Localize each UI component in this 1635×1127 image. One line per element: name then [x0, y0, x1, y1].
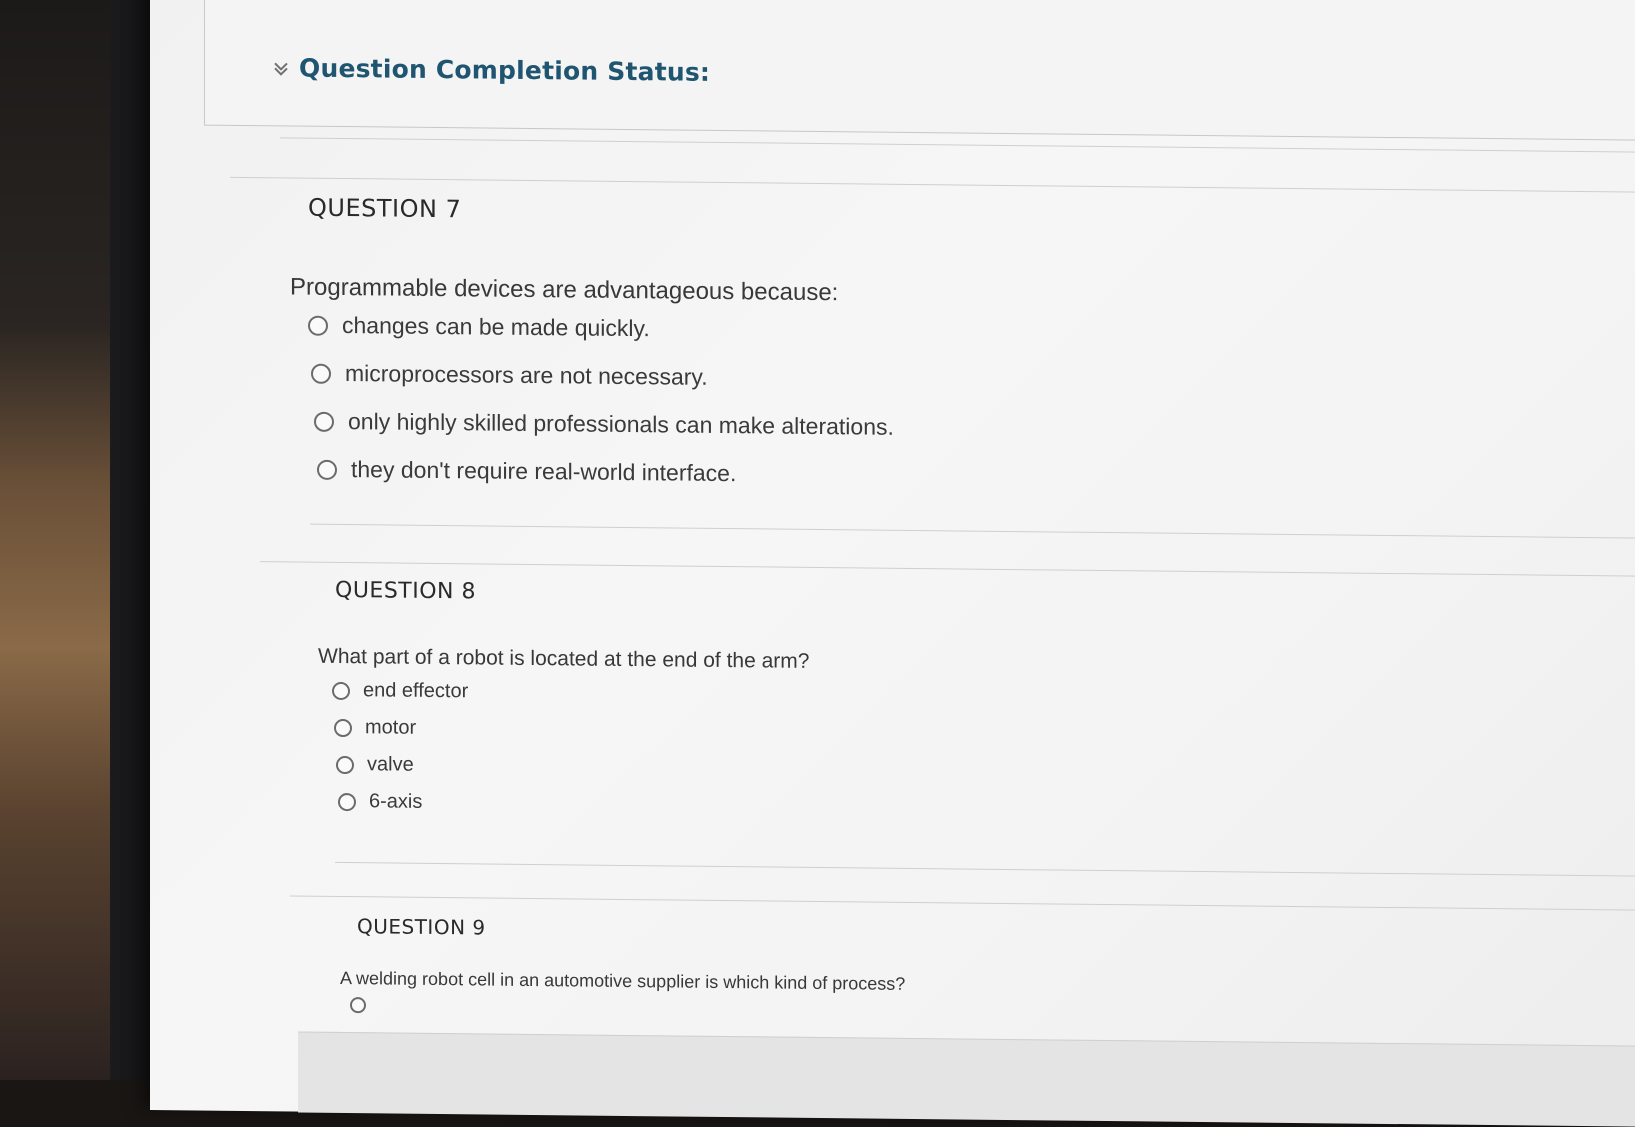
- option-label: end effector: [363, 679, 469, 703]
- answer-option[interactable]: end effector: [332, 679, 809, 707]
- radio-button[interactable]: [336, 755, 354, 774]
- answer-options: end effector motor valve 6-axis: [332, 679, 809, 818]
- option-label: only highly skilled professionals can ma…: [348, 408, 894, 440]
- browser-content: Question Completion Status: QUESTION 7 P…: [150, 0, 1635, 1127]
- answer-options: changes can be made quickly. microproces…: [308, 312, 894, 489]
- radio-button[interactable]: [334, 718, 352, 737]
- completion-status-title: Question Completion Status:: [299, 53, 711, 87]
- completion-status-toggle[interactable]: Question Completion Status:: [273, 53, 710, 87]
- radio-button[interactable]: [317, 459, 337, 480]
- answer-option[interactable]: motor: [334, 716, 809, 744]
- question-heading: QUESTION 8: [335, 577, 476, 605]
- next-question-container: [298, 1031, 1635, 1127]
- question-8: QUESTION 8 What part of a robot is locat…: [318, 577, 809, 818]
- question-7: QUESTION 7 Programmable devices are adva…: [290, 193, 894, 489]
- option-label: motor: [365, 716, 417, 739]
- radio-button[interactable]: [338, 792, 356, 811]
- radio-button[interactable]: [314, 411, 334, 432]
- question-text: What part of a robot is located at the e…: [318, 644, 810, 673]
- option-label: microprocessors are not necessary.: [345, 360, 708, 390]
- radio-button[interactable]: [311, 363, 331, 384]
- question-heading: QUESTION 9: [357, 914, 486, 940]
- divider: [280, 137, 1635, 154]
- answer-option[interactable]: only highly skilled professionals can ma…: [314, 408, 894, 441]
- question-heading: QUESTION 7: [308, 193, 462, 224]
- divider: [335, 861, 1635, 878]
- radio-button[interactable]: [308, 315, 328, 336]
- divider: [290, 895, 1635, 912]
- completion-status-panel: Question Completion Status:: [204, 0, 1635, 142]
- option-label: valve: [367, 753, 414, 776]
- question-text: A welding robot cell in an automotive su…: [340, 967, 906, 994]
- divider: [260, 561, 1635, 578]
- answer-option[interactable]: they don't require real-world interface.: [317, 456, 894, 489]
- radio-button[interactable]: [332, 681, 350, 700]
- chevron-down-icon: [274, 62, 288, 76]
- option-label: 6-axis: [369, 790, 423, 813]
- divider: [230, 176, 1635, 194]
- answer-option[interactable]: changes can be made quickly.: [308, 312, 894, 345]
- option-label: they don't require real-world interface.: [351, 456, 737, 487]
- answer-option[interactable]: valve: [336, 753, 809, 781]
- answer-option[interactable]: microprocessors are not necessary.: [311, 360, 894, 393]
- question-9: QUESTION 9 A welding robot cell in an au…: [340, 914, 905, 1019]
- answer-option-partial[interactable]: [350, 997, 905, 1019]
- answer-option[interactable]: 6-axis: [338, 790, 809, 818]
- radio-button[interactable]: [350, 997, 366, 1014]
- question-text: Programmable devices are advantageous be…: [290, 273, 839, 307]
- option-label: changes can be made quickly.: [342, 312, 650, 342]
- divider: [310, 523, 1635, 540]
